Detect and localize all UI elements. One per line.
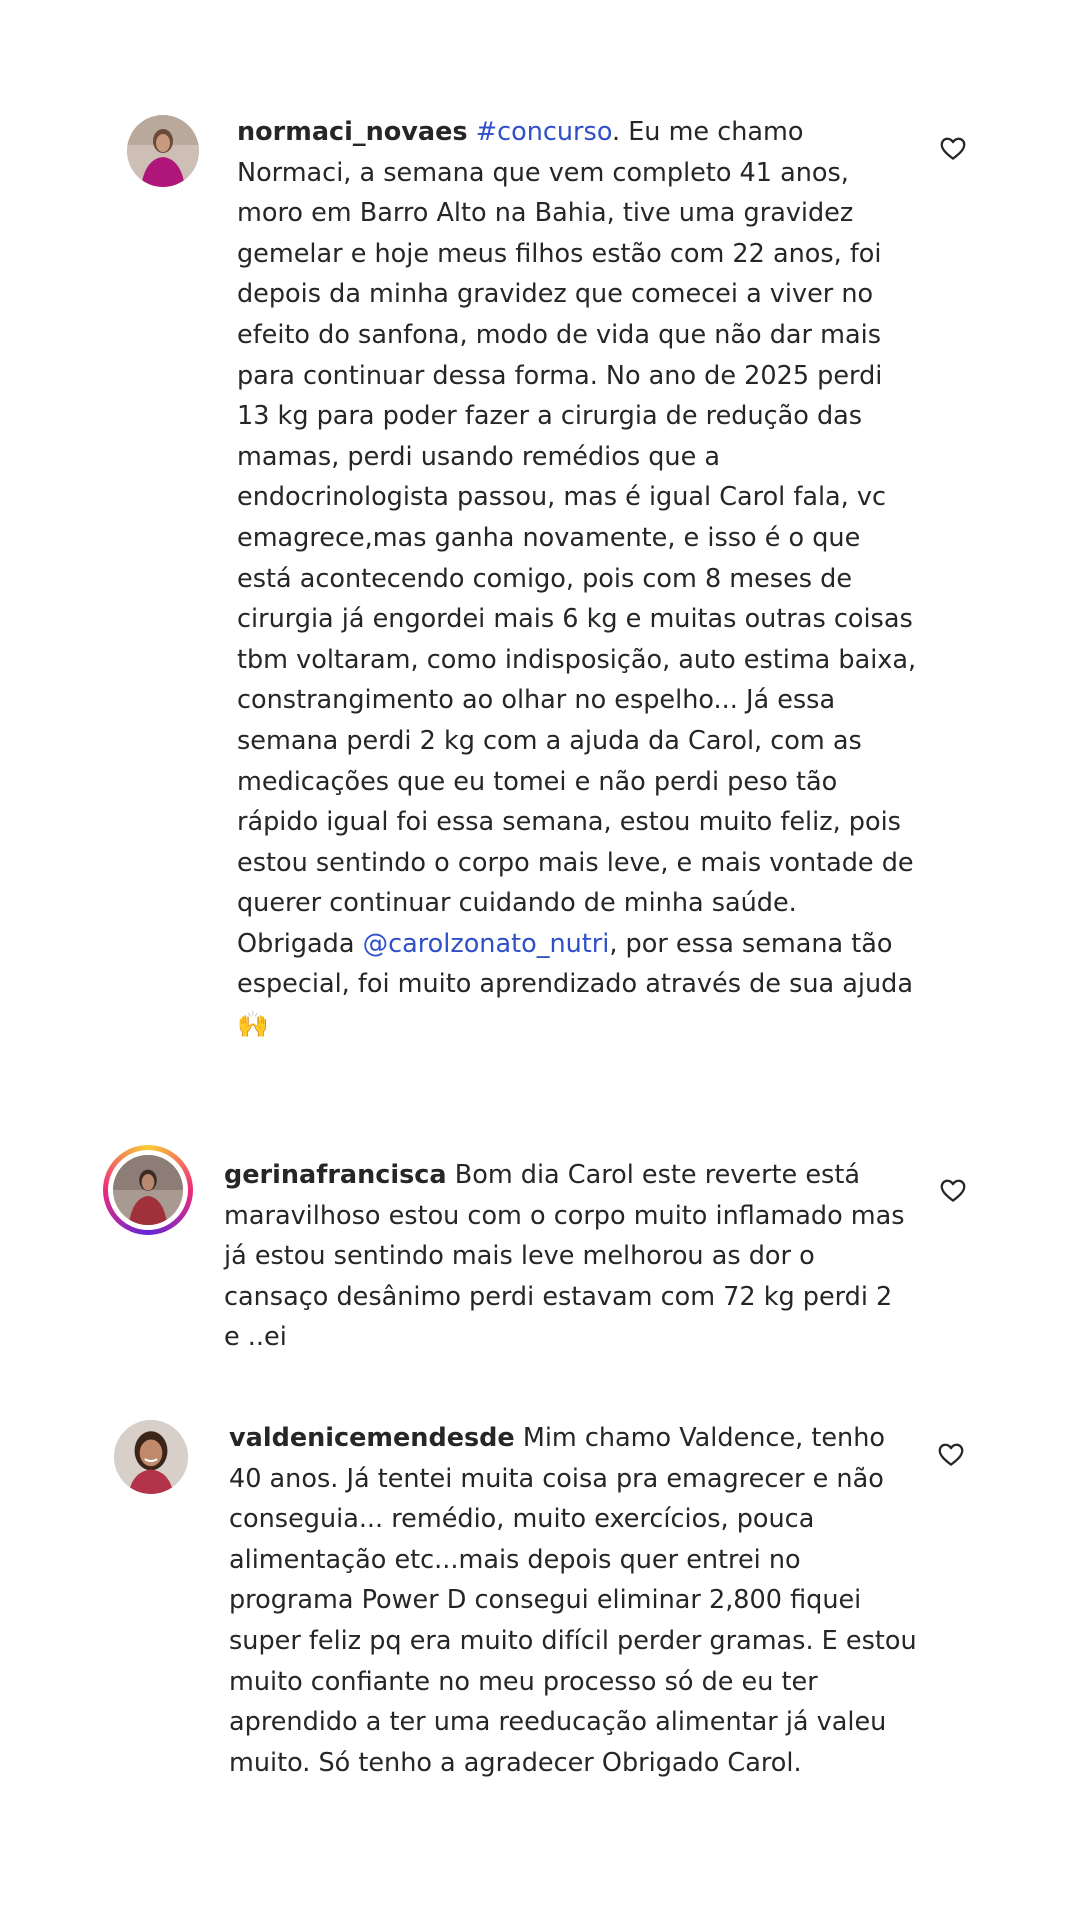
avatar[interactable]	[114, 1420, 188, 1494]
comment-username[interactable]: gerinafrancisca	[224, 1160, 447, 1190]
like-button[interactable]	[938, 1175, 968, 1205]
avatar[interactable]	[127, 115, 199, 187]
avatar	[113, 1155, 183, 1225]
heart-outline-icon	[940, 1179, 966, 1202]
comment-text: valdenicemendesde Mim chamo Valdence, te…	[229, 1418, 919, 1783]
mention-link[interactable]: @carolzonato_nutri	[363, 929, 610, 959]
like-button[interactable]	[936, 1439, 966, 1469]
heart-outline-icon	[940, 137, 966, 160]
comment-body: . Eu me chamo Normaci, a semana que vem …	[237, 117, 925, 959]
like-button[interactable]	[938, 133, 968, 163]
raised-hands-emoji: 🙌	[237, 1010, 269, 1041]
heart-outline-icon	[938, 1443, 964, 1466]
comment-body: Mim chamo Valdence, tenho 40 anos. Já te…	[229, 1423, 925, 1778]
avatar-photo	[127, 115, 199, 187]
hashtag-link[interactable]: #concurso	[476, 117, 612, 147]
comment-username[interactable]: normaci_novaes	[237, 117, 468, 147]
avatar-photo	[114, 1420, 188, 1494]
comment-text: gerinafrancisca Bom dia Carol este rever…	[224, 1155, 914, 1358]
story-ring[interactable]	[103, 1145, 193, 1235]
comment-text: normaci_novaes #concurso. Eu me chamo No…	[237, 112, 917, 1046]
avatar-photo	[113, 1155, 183, 1225]
comment-username[interactable]: valdenicemendesde	[229, 1423, 515, 1453]
